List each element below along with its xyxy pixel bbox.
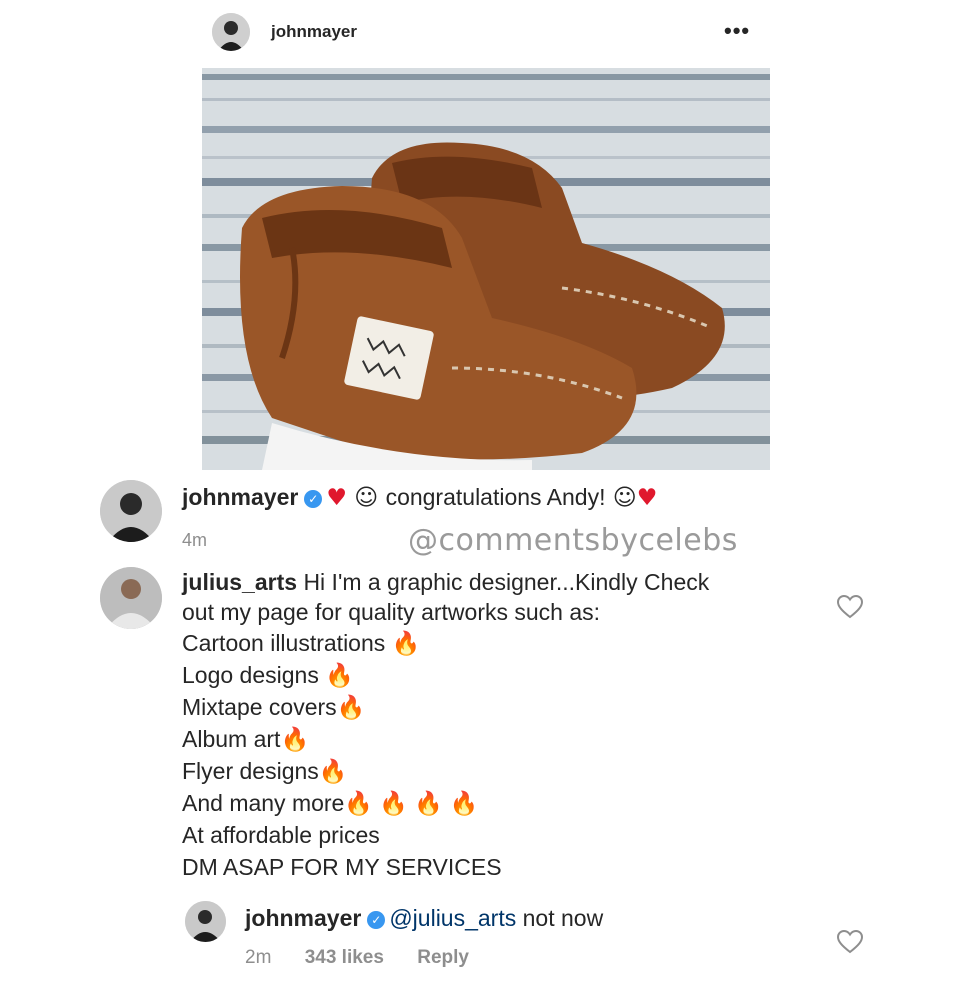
baby-face-icon: ☺ (605, 485, 637, 511)
list-item-text: Cartoon illustrations (182, 630, 392, 656)
list-item: Logo designs 🔥 (182, 659, 354, 692)
reply-author-avatar[interactable] (185, 901, 226, 942)
post-author-avatar[interactable] (212, 13, 250, 51)
comment-second-line: out my page for quality artworks such as… (182, 599, 601, 625)
more-options-icon[interactable]: ••• (724, 18, 750, 44)
fire-icon: 🔥 (449, 791, 479, 817)
fire-icon: 🔥 (336, 695, 366, 721)
reply-like-heart-icon[interactable] (837, 930, 863, 954)
caption-username[interactable]: johnmayer (182, 484, 298, 510)
commenter-username[interactable]: julius_arts (182, 569, 297, 595)
list-item: Mixtape covers🔥 (182, 691, 365, 724)
fire-icon: 🔥 (344, 791, 373, 817)
reply-line: johnmayer ✓ @julius_arts not now (245, 902, 603, 934)
fire-icon: 🔥 (318, 759, 348, 785)
verified-badge-icon: ✓ (367, 911, 386, 929)
reply-likes-count[interactable]: 343 likes (305, 947, 384, 968)
caption-author-avatar[interactable] (100, 480, 162, 542)
list-item-text: Flyer designs (182, 758, 319, 784)
baby-face-icon: ☺ (346, 485, 386, 511)
avatar-photo-icon (185, 901, 226, 942)
list-item: And many more🔥 🔥 🔥 🔥 (182, 787, 478, 820)
baby-moccasins-photo (202, 68, 770, 470)
list-item: Cartoon illustrations 🔥 (182, 627, 420, 660)
watermark: @commentsbycelebs (408, 523, 738, 558)
avatar-photo-icon (212, 13, 250, 51)
commenter-avatar[interactable] (100, 567, 162, 629)
avatar-photo-icon (100, 480, 162, 542)
comment-first-line: julius_arts Hi I'm a graphic designer...… (182, 566, 709, 598)
caption-line: johnmayer ✓ ♥ ☺ congratulations Andy! ☺♥ (182, 481, 657, 514)
list-item-text: Album art (182, 726, 281, 752)
post-author-username[interactable]: johnmayer (271, 22, 357, 42)
post-image (202, 68, 770, 470)
list-item: Flyer designs🔥 (182, 755, 347, 788)
reply-mention[interactable]: @julius_arts (389, 905, 516, 931)
reply-text: not now (516, 905, 604, 931)
fire-icon: 🔥 (280, 727, 310, 753)
comment-prices-line: At affordable prices (182, 822, 380, 848)
fire-icon: 🔥 (391, 631, 421, 657)
fire-icon: 🔥 (414, 791, 444, 817)
reply-username[interactable]: johnmayer (245, 905, 361, 931)
list-item-text: And many more (182, 790, 345, 816)
caption-time: 4m (182, 530, 208, 550)
caption-text: congratulations Andy! (385, 484, 606, 510)
reply-time: 2m (245, 947, 272, 968)
list-item: Album art🔥 (182, 723, 309, 756)
comment-text: Hi I'm a graphic designer...Kindly Check (303, 569, 710, 595)
list-item-text: Logo designs (182, 662, 326, 688)
comment-dm-line: DM ASAP FOR MY SERVICES (182, 854, 502, 880)
reply-meta: 2m 343 likes Reply (245, 947, 469, 969)
reply-button[interactable]: Reply (417, 947, 469, 968)
red-heart-icon: ♥ (326, 485, 347, 511)
list-item-text: Mixtape covers (182, 694, 337, 720)
fire-icon: 🔥 (379, 791, 409, 817)
verified-badge-icon: ✓ (304, 490, 323, 508)
red-heart-icon: ♥ (636, 485, 658, 511)
fire-icon: 🔥 (325, 663, 354, 689)
comment-like-heart-icon[interactable] (837, 595, 863, 619)
avatar-photo-icon (100, 567, 162, 629)
